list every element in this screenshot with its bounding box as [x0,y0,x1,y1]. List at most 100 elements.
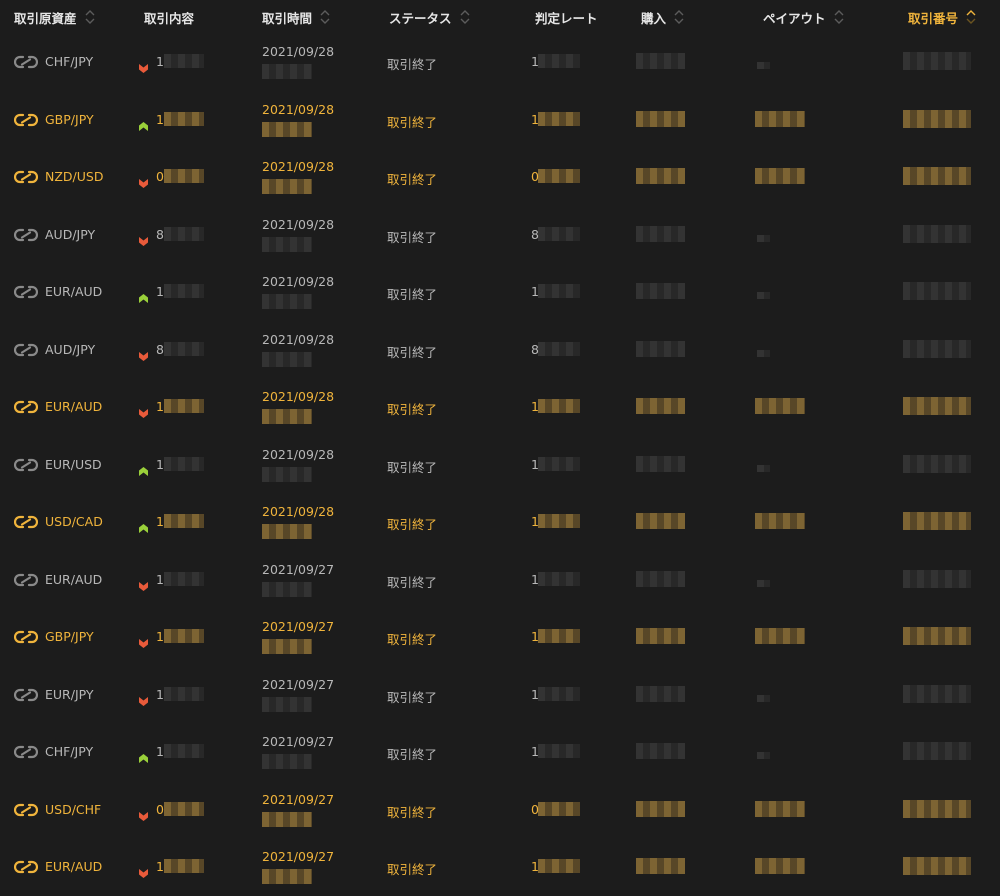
table-row[interactable]: EUR/AUD 1 2021/09/27 取引終了 1 [0,838,1000,895]
table-row[interactable]: USD/CHF 0 2021/09/27 取引終了 0 [0,781,1000,838]
trade-content-value: 1 [156,686,164,702]
redacted-payout [755,800,805,817]
redacted-trade-number [903,742,971,760]
trade-content-value: 8 [156,226,164,242]
table-row[interactable]: AUD/JPY 8 2021/09/28 取引終了 8 [0,206,1000,263]
status-label: 取引終了 [387,517,438,532]
direction-down-icon [139,173,148,188]
currency-pair-label: NZD/USD [45,169,104,184]
trade-content-value: 1 [156,859,164,874]
sort-icon[interactable] [674,10,684,24]
redacted-trade-time [262,639,312,654]
currency-pair-link-icon [13,342,39,358]
trade-content-value: 1 [156,456,164,472]
redacted-trade-content [164,571,204,586]
table-row[interactable]: AUD/JPY 8 2021/09/28 取引終了 8 [0,321,1000,378]
redacted-judgment-rate [538,284,580,298]
trade-content-value: 1 [156,54,164,69]
currency-pair-label: EUR/AUD [45,284,103,299]
currency-pair-label: CHF/JPY [45,54,94,69]
column-header-payout[interactable]: ペイアウト [763,7,844,27]
status-label: 取引終了 [387,344,438,360]
sort-icon[interactable] [966,10,976,24]
redacted-purchase [636,283,685,299]
column-header-trade-number[interactable]: 取引番号 [908,7,976,27]
table-row[interactable]: USD/CAD 1 2021/09/28 取引終了 1 [0,493,1000,550]
redacted-trade-content [164,744,204,758]
redacted-judgment-rate [538,169,580,183]
table-row[interactable]: EUR/AUD 1 2021/09/28 取引終了 1 [0,378,1000,435]
table-row[interactable]: CHF/JPY 1 2021/09/28 取引終了 1 [0,33,1000,90]
redacted-trade-number [903,857,971,875]
table-row[interactable]: GBP/JPY 1 2021/09/28 取引終了 1 [0,91,1000,148]
currency-pair-link-icon [13,744,39,760]
currency-pair-link-icon [13,284,39,300]
currency-pair-label: AUD/JPY [45,226,96,242]
column-header-status[interactable]: ステータス [389,7,470,27]
redacted-purchase [636,743,685,759]
table-row[interactable]: EUR/AUD 1 2021/09/28 取引終了 1 [0,263,1000,320]
redacted-judgment-rate [538,859,580,873]
column-header-label: 取引内容 [144,10,195,26]
trade-date: 2021/09/28 [262,101,335,117]
column-header-purchase[interactable]: 購入 [641,7,684,27]
redacted-payout [755,858,805,874]
trade-content-value: 0 [156,801,164,817]
redacted-trade-content [164,859,204,873]
column-header-trade-time[interactable]: 取引時間 [262,7,330,27]
redacted-trade-content [164,456,204,471]
redacted-trade-time [262,466,312,482]
redacted-trade-number [903,569,971,588]
sort-icon[interactable] [85,10,95,24]
table-row[interactable]: GBP/JPY 1 2021/09/27 取引終了 1 [0,608,1000,665]
sort-icon[interactable] [834,10,844,24]
redacted-trade-content [164,284,204,298]
column-header-trade-content: 取引内容 [144,7,194,27]
redacted-trade-content [164,629,204,643]
table-row[interactable]: NZD/USD 0 2021/09/28 取引終了 0 [0,148,1000,205]
redacted-purchase [636,225,685,242]
sort-icon[interactable] [320,10,330,24]
direction-down-icon [139,231,148,246]
redacted-payout [757,752,770,759]
redacted-judgment-rate [538,629,580,643]
redacted-payout [755,398,805,414]
redacted-payout [757,234,770,242]
redacted-trade-time [262,179,312,194]
trade-date: 2021/09/27 [262,619,335,634]
direction-down-icon [139,58,148,73]
redacted-payout [755,513,805,529]
status-label: 取引終了 [387,57,438,72]
status-label: 取引終了 [387,114,438,130]
column-header-label: 取引時間 [262,10,313,26]
redacted-trade-content [164,399,204,413]
table-row[interactable]: EUR/USD 1 2021/09/28 取引終了 1 [0,436,1000,493]
table-row[interactable]: EUR/JPY 1 2021/09/27 取引終了 1 [0,666,1000,723]
currency-pair-label: EUR/JPY [45,686,94,702]
direction-down-icon [139,691,148,706]
redacted-judgment-rate [538,686,580,701]
currency-pair-link-icon [13,399,39,415]
currency-pair-link-icon [13,227,39,243]
redacted-judgment-rate [538,514,580,528]
redacted-trade-number [903,224,971,243]
table-row[interactable]: EUR/AUD 1 2021/09/27 取引終了 1 [0,551,1000,608]
trade-content-value: 1 [156,744,164,759]
redacted-trade-number [903,684,971,703]
direction-down-icon [139,576,148,591]
sort-icon[interactable] [460,10,470,24]
table-row[interactable]: CHF/JPY 1 2021/09/27 取引終了 1 [0,723,1000,780]
redacted-trade-number [903,52,971,70]
direction-down-icon [139,806,148,821]
column-header-asset[interactable]: 取引原資産 [14,7,95,27]
status-label: 取引終了 [387,229,438,245]
redacted-trade-number [903,397,971,415]
currency-pair-link-icon [13,629,39,645]
redacted-purchase [636,455,685,472]
redacted-purchase [636,685,685,702]
redacted-trade-content [164,111,204,126]
redacted-purchase [636,800,685,817]
column-header-label: ペイアウト [763,10,826,26]
currency-pair-link-icon [13,457,39,473]
redacted-judgment-rate [538,111,580,126]
